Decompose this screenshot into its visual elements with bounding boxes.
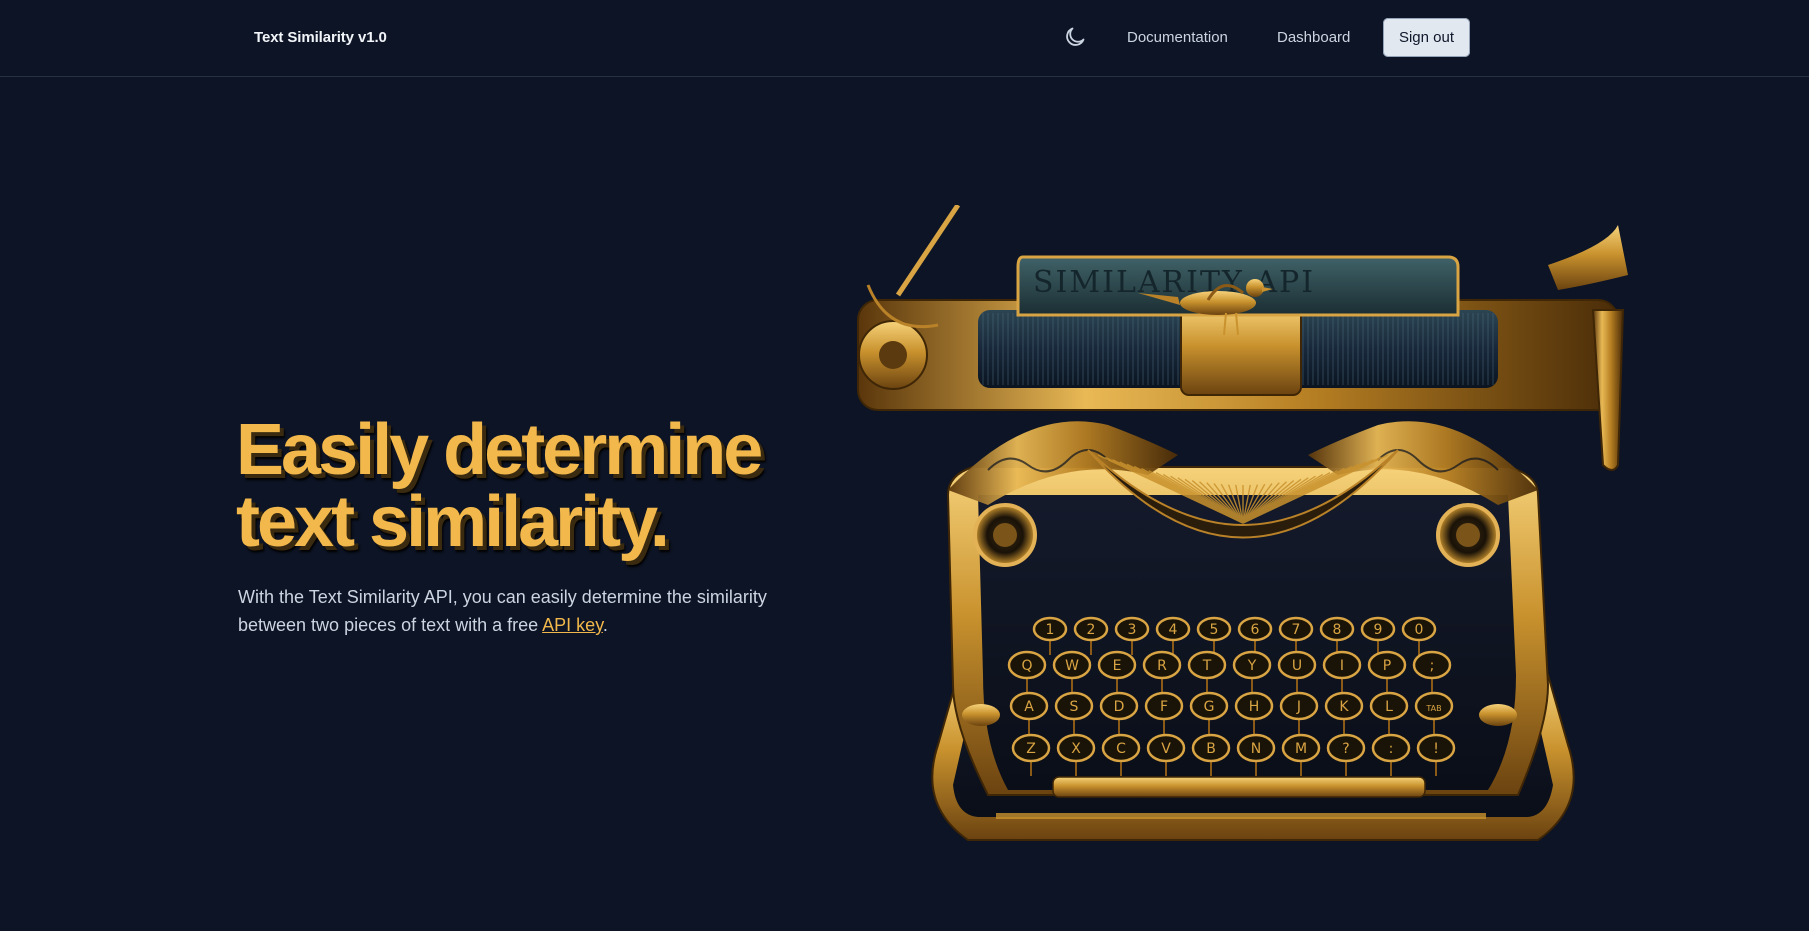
svg-text:?: ? — [1342, 741, 1349, 757]
nav-dashboard-link[interactable]: Dashboard — [1277, 29, 1350, 46]
svg-text:7: 7 — [1292, 622, 1301, 638]
svg-text:Y: Y — [1247, 658, 1257, 674]
svg-text:TAB: TAB — [1425, 704, 1441, 713]
svg-text:M: M — [1295, 741, 1307, 757]
api-key-link[interactable]: API key — [542, 615, 603, 635]
top-navbar: Text Similarity v1.0 Documentation Dashb… — [0, 0, 1809, 77]
nav-documentation-link[interactable]: Documentation — [1127, 29, 1228, 46]
svg-text:P: P — [1383, 658, 1391, 674]
svg-text:Z: Z — [1026, 741, 1036, 757]
typewriter-illustration: SIMILARITY API 1 2 3 4 5 6 7 8 9 0 Q W E R T Y U I P; A S D F G… — [848, 203, 1628, 855]
svg-text:H: H — [1249, 699, 1260, 715]
svg-text:Q: Q — [1021, 658, 1032, 674]
svg-text:1: 1 — [1046, 622, 1055, 638]
svg-text:0: 0 — [1415, 622, 1424, 638]
svg-text:9: 9 — [1374, 622, 1383, 638]
svg-text:A: A — [1024, 699, 1034, 715]
svg-text::: : — [1389, 741, 1394, 757]
svg-text:6: 6 — [1251, 622, 1260, 638]
svg-text:U: U — [1292, 658, 1302, 674]
svg-text:5: 5 — [1210, 622, 1219, 638]
svg-text:;: ; — [1430, 658, 1435, 674]
svg-text:K: K — [1339, 699, 1349, 715]
hero-subtitle: With the Text Similarity API, you can ea… — [238, 583, 838, 639]
svg-text:2: 2 — [1087, 622, 1096, 638]
brand-link[interactable]: Text Similarity v1.0 — [254, 29, 387, 46]
svg-text:V: V — [1161, 741, 1171, 757]
svg-text:F: F — [1160, 699, 1168, 715]
svg-text:T: T — [1202, 658, 1212, 674]
svg-text:N: N — [1251, 741, 1261, 757]
svg-text:C: C — [1116, 741, 1126, 757]
svg-text:I: I — [1340, 658, 1344, 674]
svg-text:D: D — [1114, 699, 1125, 715]
svg-text:3: 3 — [1128, 622, 1137, 638]
moon-icon — [1066, 27, 1085, 46]
svg-text:G: G — [1204, 699, 1215, 715]
svg-text:4: 4 — [1169, 622, 1178, 638]
svg-text:B: B — [1206, 741, 1216, 757]
hero-subtitle-text: With the Text Similarity API, you can ea… — [238, 587, 767, 635]
svg-text:W: W — [1065, 658, 1079, 674]
svg-text:E: E — [1113, 658, 1122, 674]
theme-toggle-button[interactable] — [1060, 22, 1090, 52]
svg-text:L: L — [1385, 699, 1393, 715]
svg-text:S: S — [1070, 699, 1079, 715]
svg-text:R: R — [1157, 658, 1167, 674]
hero-title: Easily determine text similarity. — [236, 410, 763, 562]
svg-text:!: ! — [1433, 741, 1439, 757]
typewriter-image: SIMILARITY API 1 2 3 4 5 6 7 8 9 0 Q W E R T Y U I P ; A S D F G… — [857, 203, 1628, 841]
svg-text:8: 8 — [1333, 622, 1342, 638]
svg-text:J: J — [1296, 699, 1301, 715]
hero-subtitle-end: . — [602, 615, 608, 635]
sign-out-button[interactable]: Sign out — [1383, 18, 1470, 57]
svg-text:X: X — [1071, 741, 1081, 757]
paper-text: SIMILARITY API — [1033, 265, 1315, 300]
